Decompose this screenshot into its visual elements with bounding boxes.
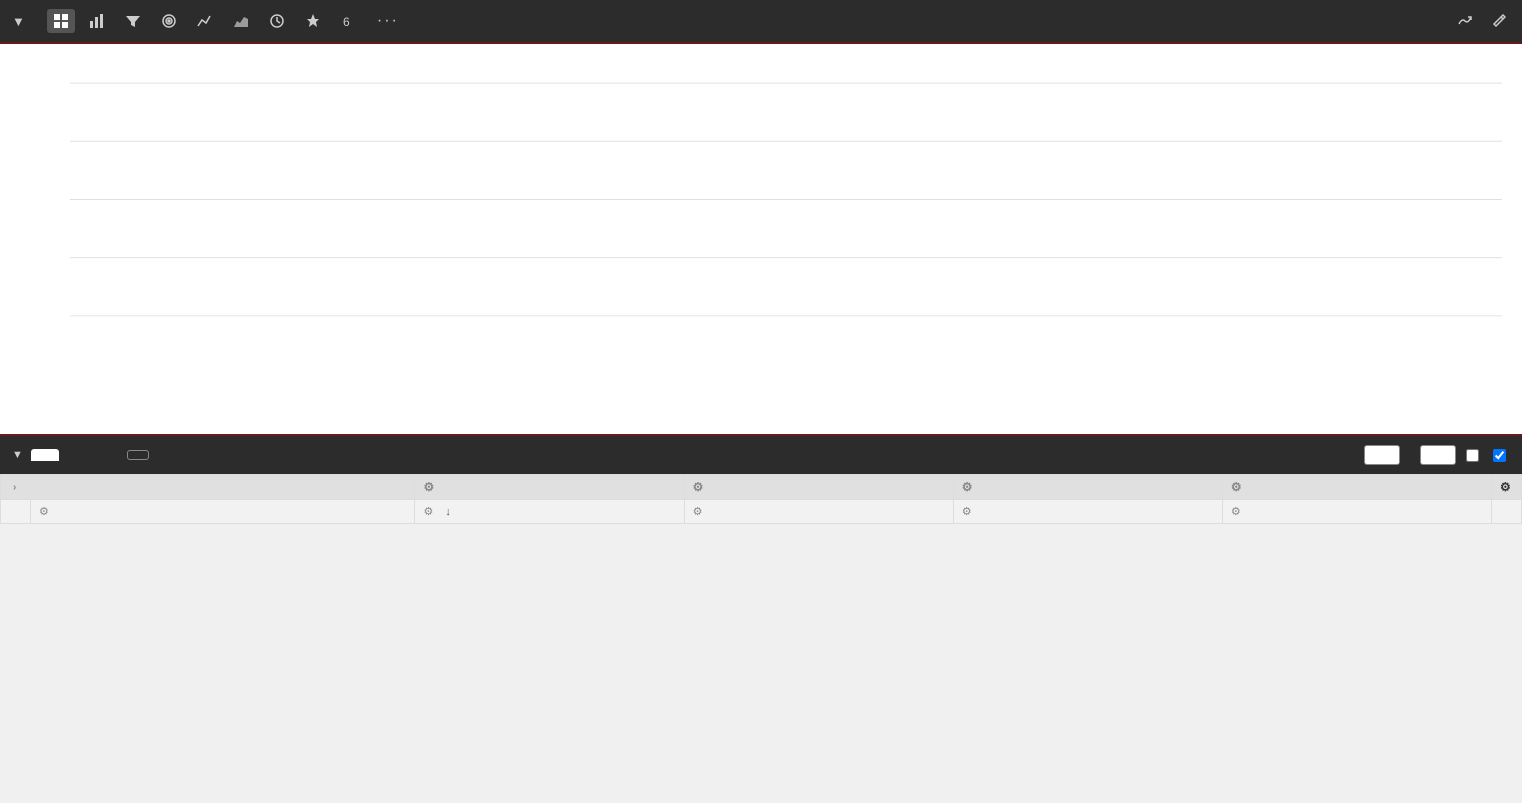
tab-controls-right [1354,445,1510,465]
last-gear-icon[interactable]: ⚙ [1500,480,1511,494]
winter-gear-icon[interactable]: ⚙ [1231,480,1242,494]
toolbar-title: ▼ [12,14,31,29]
spring-collection-header: ⚙ [684,475,953,500]
svg-text:6: 6 [343,15,350,29]
toolbar-right [1458,14,1510,28]
tab-sql[interactable] [95,449,123,461]
pin-button[interactable] [299,9,327,33]
area-chart-button[interactable] [227,9,255,33]
chevron-right-icon: › [13,482,16,493]
winter-collection-header: ⚙ [1222,475,1491,500]
col-limit-input[interactable] [1420,445,1456,465]
tab-results[interactable] [63,449,91,461]
totals-checkbox-label[interactable] [1466,449,1483,462]
number-button[interactable]: 6 [335,9,363,33]
bar-chart-button[interactable] [83,9,111,33]
row-totals-checkbox[interactable] [1493,449,1506,462]
pivot-main-header: › [1,475,415,500]
grid-view-button[interactable] [47,9,75,33]
more-button[interactable]: ··· [371,9,405,33]
data-table: › ⚙ ⚙ [0,474,1522,524]
forecast-button[interactable] [1458,14,1476,28]
last-gear-header[interactable]: ⚙ [1492,475,1522,500]
sort-arrow-icon[interactable]: ↓ [445,506,451,518]
summer-gear-icon[interactable]: ⚙ [962,480,973,494]
clock-button[interactable] [263,9,291,33]
pivot-header-row: › ⚙ ⚙ [1,475,1522,500]
row-num-header [1,500,31,524]
target-button[interactable] [155,9,183,33]
spring-metric-header: ⚙ [684,500,953,524]
edit-button[interactable] [1492,14,1510,28]
summer-collection-header: ⚙ [953,475,1222,500]
line-chart-button[interactable] [191,9,219,33]
category-header: ⚙ [31,500,415,524]
main-toolbar: ▼ 6 ··· [0,0,1522,44]
winter-metric-header: ⚙ [1222,500,1491,524]
dropdown-arrow-icon-2: ▼ [12,449,23,461]
totals-checkbox[interactable] [1466,449,1479,462]
sub-header-row: ⚙ ⚙ ↓ ⚙ [1,500,1522,524]
chart-area: 0 1,000 2,000 [0,44,1522,434]
data-table-wrap: › ⚙ ⚙ [0,474,1522,524]
data-tabs-bar: ▼ [0,436,1522,474]
chart-inner: 0 1,000 2,000 [70,54,1502,394]
dropdown-arrow-icon: ▼ [12,14,25,29]
fall-gear-icon[interactable]: ⚙ [423,480,434,494]
spring-metric-gear-icon[interactable]: ⚙ [693,505,703,518]
spring-gear-icon[interactable]: ⚙ [693,480,704,494]
add-calculation-button[interactable] [127,450,149,460]
empty-corner [1492,500,1522,524]
winter-metric-gear-icon[interactable]: ⚙ [1231,505,1241,518]
fall-metric-header: ⚙ ↓ [415,500,684,524]
filter-button[interactable] [119,9,147,33]
summer-metric-header: ⚙ [953,500,1222,524]
data-panel: ▼ [0,434,1522,524]
row-totals-checkbox-label[interactable] [1493,449,1510,462]
category-gear-icon[interactable]: ⚙ [39,505,49,518]
summer-metric-gear-icon[interactable]: ⚙ [962,505,972,518]
fall-metric-gear-icon[interactable]: ⚙ [423,505,433,518]
row-limit-input[interactable] [1364,445,1400,465]
tab-data[interactable] [31,449,59,461]
fall-collection-header: ⚙ [415,475,684,500]
